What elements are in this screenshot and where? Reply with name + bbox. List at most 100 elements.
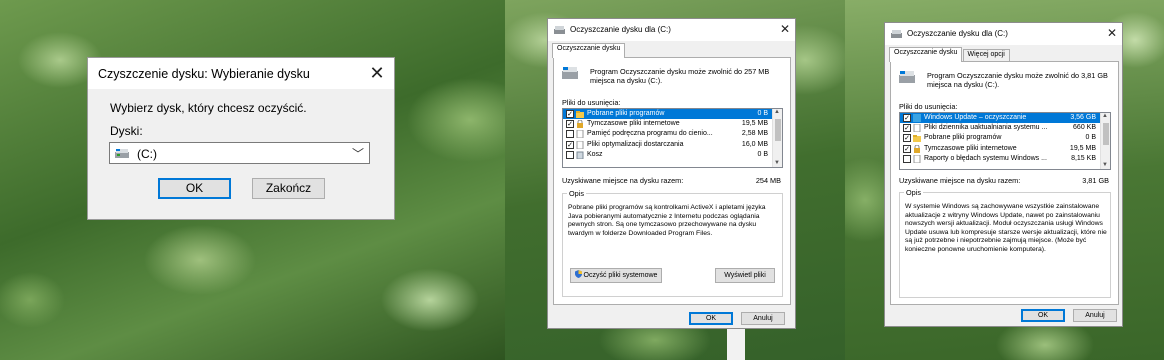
hard-drive-icon: [562, 67, 578, 79]
scroll-up-icon[interactable]: ▲: [774, 109, 780, 115]
list-item[interactable]: ✓ Tymczasowe pliki internetowe 19,5 MB: [563, 119, 782, 129]
hard-drive-icon: [115, 149, 129, 158]
ok-button[interactable]: OK: [158, 178, 231, 199]
scrollbar[interactable]: ▲ ▼: [772, 109, 782, 167]
recycle-bin-icon: [576, 151, 584, 159]
checkbox[interactable]: ✓: [903, 124, 911, 133]
total-label: Uzyskiwane miejsce na dysku razem:: [899, 176, 1021, 185]
close-icon[interactable]: ✕: [780, 22, 790, 36]
drives-label: Dyski:: [110, 124, 143, 138]
summary-text: Program Oczyszczanie dysku może zwolnić …: [590, 67, 770, 85]
item-size: 8,15 KB: [1071, 154, 1096, 162]
disk-cleanup-system-dialog: Oczyszczanie dysku dla (C:) ✕ Oczyszczan…: [884, 22, 1123, 327]
checkbox[interactable]: [566, 130, 574, 139]
item-name: Pliki dziennika uaktualniania systemu ..…: [924, 124, 1048, 132]
total-label: Uzyskiwane miejsce na dysku razem:: [562, 176, 684, 185]
item-size: 0 B: [1085, 134, 1096, 142]
description-legend: Opis: [904, 188, 924, 197]
dialog-title: Oczyszczanie dysku dla (C:): [570, 25, 671, 34]
drive-select[interactable]: (C:) ﹀: [109, 142, 370, 164]
list-item[interactable]: Kosz 0 B: [563, 150, 782, 160]
checkbox[interactable]: ✓: [566, 140, 574, 149]
folder-icon: [576, 111, 584, 118]
checkbox[interactable]: ✓: [903, 114, 911, 122]
item-name: Pliki optymalizacji dostarczania: [587, 140, 684, 148]
lock-icon: [577, 120, 583, 129]
description-legend: Opis: [567, 189, 587, 198]
checkbox[interactable]: [903, 154, 911, 163]
scroll-down-icon[interactable]: ▼: [774, 160, 780, 166]
chevron-down-icon[interactable]: ﹀: [352, 145, 364, 162]
view-files-button[interactable]: Wyświetl pliki: [715, 268, 775, 283]
scroll-down-icon[interactable]: ▼: [1102, 162, 1108, 168]
scroll-thumb[interactable]: [775, 119, 781, 141]
ok-button[interactable]: OK: [689, 312, 733, 325]
tab-panel: Program Oczyszczanie dysku może zwolnić …: [553, 57, 791, 305]
item-size: 3,56 GB: [1070, 114, 1096, 121]
shield-icon: [574, 270, 582, 278]
list-item[interactable]: ✓ Tymczasowe pliki internetowe 19,5 MB: [900, 144, 1110, 154]
dialog-title: Czyszczenie dysku: Wybieranie dysku: [98, 67, 310, 81]
title-bar[interactable]: Oczyszczanie dysku dla (C:) ✕: [885, 23, 1122, 45]
windows-update-icon: [913, 114, 921, 122]
item-name: Tymczasowe pliki internetowe: [924, 144, 1017, 152]
cleanup-system-files-button[interactable]: Oczyść pliki systemowe: [570, 268, 662, 283]
title-bar[interactable]: Czyszczenie dysku: Wybieranie dysku ✕: [88, 58, 394, 89]
item-size: 2,58 MB: [741, 130, 768, 138]
files-label: Pliki do usunięcia:: [899, 102, 958, 111]
item-size: 0 B: [757, 110, 768, 117]
folder-icon: [913, 135, 921, 143]
cancel-button[interactable]: Anuluj: [1073, 309, 1117, 322]
scroll-thumb[interactable]: [1103, 123, 1109, 145]
summary-text: Program Oczyszczanie dysku może zwolnić …: [927, 71, 1108, 89]
lock-icon: [914, 144, 920, 153]
item-name: Kosz: [587, 150, 603, 158]
files-list[interactable]: ✓ Pobrane pliki programów 0 B ✓ Tymczaso…: [562, 108, 783, 168]
ok-button[interactable]: OK: [1021, 309, 1065, 322]
checkbox[interactable]: ✓: [903, 144, 911, 153]
prompt-text: Wybierz dysk, który chcesz oczyścić.: [110, 101, 307, 115]
tab-disk-cleanup[interactable]: Oczyszczanie dysku: [889, 47, 963, 62]
checkbox[interactable]: ✓: [903, 134, 911, 143]
tab-panel: Program Oczyszczanie dysku może zwolnić …: [890, 61, 1119, 305]
file-icon: [913, 124, 921, 133]
select-drive-dialog: Czyszczenie dysku: Wybieranie dysku ✕ Wy…: [87, 57, 395, 220]
files-list[interactable]: ✓ Windows Update – oczyszczanie 3,56 GB …: [899, 112, 1111, 170]
item-name: Windows Update – oczyszczanie: [924, 114, 1027, 121]
scrollbar[interactable]: ▲ ▼: [1100, 113, 1110, 169]
disk-cleanup-dialog: Oczyszczanie dysku dla (C:) ✕ Oczyszczan…: [547, 18, 796, 329]
description-text: W systemie Windows są zachowywane wszyst…: [905, 203, 1107, 253]
title-bar[interactable]: Oczyszczanie dysku dla (C:) ✕: [548, 19, 795, 41]
file-icon: [576, 130, 584, 139]
selected-drive: (C:): [137, 147, 157, 161]
item-size: 19,5 MB: [1069, 144, 1096, 152]
close-icon[interactable]: ✕: [368, 64, 386, 82]
list-item[interactable]: ✓ Pobrane pliki programów 0 B: [563, 109, 782, 120]
list-item[interactable]: ✓ Windows Update – oczyszczanie 3,56 GB: [900, 113, 1110, 124]
list-item[interactable]: ✓ Pliki dziennika uaktualniania systemu …: [900, 123, 1110, 133]
list-item[interactable]: Pamięć podręczna programu do cienio... 2…: [563, 129, 782, 139]
item-name: Pamięć podręczna programu do cienio...: [587, 130, 713, 138]
item-size: 660 KB: [1073, 124, 1096, 132]
item-name: Tymczasowe pliki internetowe: [587, 120, 680, 128]
tab-disk-cleanup[interactable]: Oczyszczanie dysku: [552, 43, 626, 58]
item-name: Pobrane pliki programów: [587, 110, 665, 117]
file-icon: [576, 140, 584, 149]
exit-button[interactable]: Zakończ: [252, 178, 325, 199]
description-group: Opis W systemie Windows są zachowywane w…: [899, 188, 1111, 298]
description-text: Pobrane pliki programów są kontrolkami A…: [568, 204, 766, 237]
close-icon[interactable]: ✕: [1107, 26, 1117, 40]
list-item[interactable]: Raporty o błędach systemu Windows ... 8,…: [900, 154, 1110, 164]
dialog-title: Oczyszczanie dysku dla (C:): [907, 29, 1008, 38]
checkbox[interactable]: [566, 150, 574, 159]
scroll-up-icon[interactable]: ▲: [1102, 113, 1108, 119]
hard-drive-icon: [899, 71, 915, 83]
total-value: 254 MB: [755, 176, 781, 185]
checkbox[interactable]: ✓: [566, 120, 574, 129]
item-size: 0 B: [757, 150, 768, 158]
checkbox[interactable]: ✓: [566, 110, 574, 118]
cancel-button[interactable]: Anuluj: [741, 312, 785, 325]
item-name: Pobrane pliki programów: [924, 134, 1002, 142]
list-item[interactable]: ✓ Pliki optymalizacji dostarczania 16,0 …: [563, 140, 782, 150]
list-item[interactable]: ✓ Pobrane pliki programów 0 B: [900, 133, 1110, 143]
